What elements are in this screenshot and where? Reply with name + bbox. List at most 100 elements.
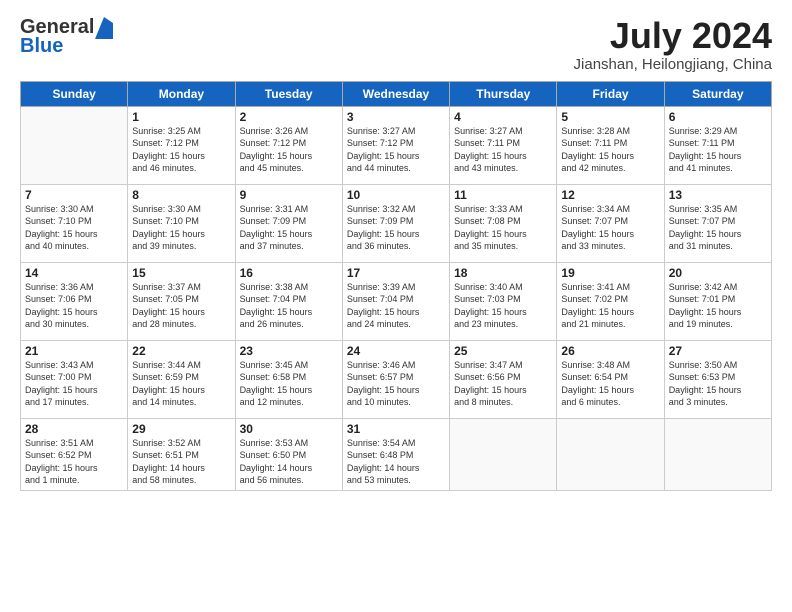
day-number: 5 [561,110,659,124]
day-info: Sunrise: 3:45 AMSunset: 6:58 PMDaylight:… [240,359,338,409]
day-number: 7 [25,188,123,202]
day-info: Sunrise: 3:53 AMSunset: 6:50 PMDaylight:… [240,437,338,487]
day-number: 3 [347,110,445,124]
day-info: Sunrise: 3:28 AMSunset: 7:11 PMDaylight:… [561,125,659,175]
table-row: 14Sunrise: 3:36 AMSunset: 7:06 PMDayligh… [21,262,128,340]
day-number: 29 [132,422,230,436]
day-number: 16 [240,266,338,280]
table-row: 29Sunrise: 3:52 AMSunset: 6:51 PMDayligh… [128,418,235,490]
day-info: Sunrise: 3:52 AMSunset: 6:51 PMDaylight:… [132,437,230,487]
day-number: 26 [561,344,659,358]
day-number: 13 [669,188,767,202]
table-row: 20Sunrise: 3:42 AMSunset: 7:01 PMDayligh… [664,262,771,340]
logo: General Blue [20,16,114,58]
table-row: 19Sunrise: 3:41 AMSunset: 7:02 PMDayligh… [557,262,664,340]
table-row: 16Sunrise: 3:38 AMSunset: 7:04 PMDayligh… [235,262,342,340]
month-title: July 2024 [574,16,772,56]
day-info: Sunrise: 3:35 AMSunset: 7:07 PMDaylight:… [669,203,767,253]
day-info: Sunrise: 3:47 AMSunset: 6:56 PMDaylight:… [454,359,552,409]
day-number: 12 [561,188,659,202]
day-number: 27 [669,344,767,358]
day-info: Sunrise: 3:27 AMSunset: 7:12 PMDaylight:… [347,125,445,175]
table-row: 6Sunrise: 3:29 AMSunset: 7:11 PMDaylight… [664,106,771,184]
day-info: Sunrise: 3:39 AMSunset: 7:04 PMDaylight:… [347,281,445,331]
table-row: 13Sunrise: 3:35 AMSunset: 7:07 PMDayligh… [664,184,771,262]
day-info: Sunrise: 3:32 AMSunset: 7:09 PMDaylight:… [347,203,445,253]
day-number: 24 [347,344,445,358]
table-row [557,418,664,490]
day-info: Sunrise: 3:37 AMSunset: 7:05 PMDaylight:… [132,281,230,331]
day-info: Sunrise: 3:54 AMSunset: 6:48 PMDaylight:… [347,437,445,487]
day-number: 15 [132,266,230,280]
day-info: Sunrise: 3:38 AMSunset: 7:04 PMDaylight:… [240,281,338,331]
header: General Blue July 2024 Jianshan, Heilong… [20,16,772,73]
table-row: 11Sunrise: 3:33 AMSunset: 7:08 PMDayligh… [450,184,557,262]
day-info: Sunrise: 3:30 AMSunset: 7:10 PMDaylight:… [132,203,230,253]
table-row: 1Sunrise: 3:25 AMSunset: 7:12 PMDaylight… [128,106,235,184]
table-row: 8Sunrise: 3:30 AMSunset: 7:10 PMDaylight… [128,184,235,262]
day-info: Sunrise: 3:26 AMSunset: 7:12 PMDaylight:… [240,125,338,175]
col-wednesday: Wednesday [342,81,449,106]
table-row: 31Sunrise: 3:54 AMSunset: 6:48 PMDayligh… [342,418,449,490]
day-number: 6 [669,110,767,124]
table-row: 26Sunrise: 3:48 AMSunset: 6:54 PMDayligh… [557,340,664,418]
day-info: Sunrise: 3:27 AMSunset: 7:11 PMDaylight:… [454,125,552,175]
table-row: 30Sunrise: 3:53 AMSunset: 6:50 PMDayligh… [235,418,342,490]
day-info: Sunrise: 3:25 AMSunset: 7:12 PMDaylight:… [132,125,230,175]
col-monday: Monday [128,81,235,106]
day-info: Sunrise: 3:40 AMSunset: 7:03 PMDaylight:… [454,281,552,331]
table-row: 23Sunrise: 3:45 AMSunset: 6:58 PMDayligh… [235,340,342,418]
day-number: 21 [25,344,123,358]
table-row: 27Sunrise: 3:50 AMSunset: 6:53 PMDayligh… [664,340,771,418]
table-row: 24Sunrise: 3:46 AMSunset: 6:57 PMDayligh… [342,340,449,418]
day-info: Sunrise: 3:29 AMSunset: 7:11 PMDaylight:… [669,125,767,175]
table-row: 17Sunrise: 3:39 AMSunset: 7:04 PMDayligh… [342,262,449,340]
col-tuesday: Tuesday [235,81,342,106]
day-number: 28 [25,422,123,436]
day-info: Sunrise: 3:41 AMSunset: 7:02 PMDaylight:… [561,281,659,331]
day-info: Sunrise: 3:48 AMSunset: 6:54 PMDaylight:… [561,359,659,409]
day-number: 23 [240,344,338,358]
day-number: 31 [347,422,445,436]
day-number: 2 [240,110,338,124]
table-row: 22Sunrise: 3:44 AMSunset: 6:59 PMDayligh… [128,340,235,418]
day-number: 17 [347,266,445,280]
day-info: Sunrise: 3:42 AMSunset: 7:01 PMDaylight:… [669,281,767,331]
logo-icon [95,17,113,39]
col-friday: Friday [557,81,664,106]
table-row: 18Sunrise: 3:40 AMSunset: 7:03 PMDayligh… [450,262,557,340]
table-row: 15Sunrise: 3:37 AMSunset: 7:05 PMDayligh… [128,262,235,340]
calendar-page: General Blue July 2024 Jianshan, Heilong… [0,0,792,612]
table-row: 21Sunrise: 3:43 AMSunset: 7:00 PMDayligh… [21,340,128,418]
table-row: 28Sunrise: 3:51 AMSunset: 6:52 PMDayligh… [21,418,128,490]
day-info: Sunrise: 3:51 AMSunset: 6:52 PMDaylight:… [25,437,123,487]
day-info: Sunrise: 3:44 AMSunset: 6:59 PMDaylight:… [132,359,230,409]
day-number: 11 [454,188,552,202]
col-sunday: Sunday [21,81,128,106]
location: Jianshan, Heilongjiang, China [574,56,772,73]
day-info: Sunrise: 3:30 AMSunset: 7:10 PMDaylight:… [25,203,123,253]
day-info: Sunrise: 3:43 AMSunset: 7:00 PMDaylight:… [25,359,123,409]
table-row [21,106,128,184]
day-number: 9 [240,188,338,202]
day-info: Sunrise: 3:50 AMSunset: 6:53 PMDaylight:… [669,359,767,409]
table-row: 3Sunrise: 3:27 AMSunset: 7:12 PMDaylight… [342,106,449,184]
col-thursday: Thursday [450,81,557,106]
calendar-header-row: Sunday Monday Tuesday Wednesday Thursday… [21,81,772,106]
table-row: 10Sunrise: 3:32 AMSunset: 7:09 PMDayligh… [342,184,449,262]
table-row: 7Sunrise: 3:30 AMSunset: 7:10 PMDaylight… [21,184,128,262]
day-number: 30 [240,422,338,436]
table-row: 4Sunrise: 3:27 AMSunset: 7:11 PMDaylight… [450,106,557,184]
day-info: Sunrise: 3:33 AMSunset: 7:08 PMDaylight:… [454,203,552,253]
logo-blue-text: Blue [20,35,63,58]
day-number: 14 [25,266,123,280]
title-section: July 2024 Jianshan, Heilongjiang, China [574,16,772,73]
table-row [450,418,557,490]
day-number: 4 [454,110,552,124]
day-number: 25 [454,344,552,358]
day-number: 1 [132,110,230,124]
table-row: 12Sunrise: 3:34 AMSunset: 7:07 PMDayligh… [557,184,664,262]
table-row: 25Sunrise: 3:47 AMSunset: 6:56 PMDayligh… [450,340,557,418]
day-info: Sunrise: 3:46 AMSunset: 6:57 PMDaylight:… [347,359,445,409]
day-number: 8 [132,188,230,202]
